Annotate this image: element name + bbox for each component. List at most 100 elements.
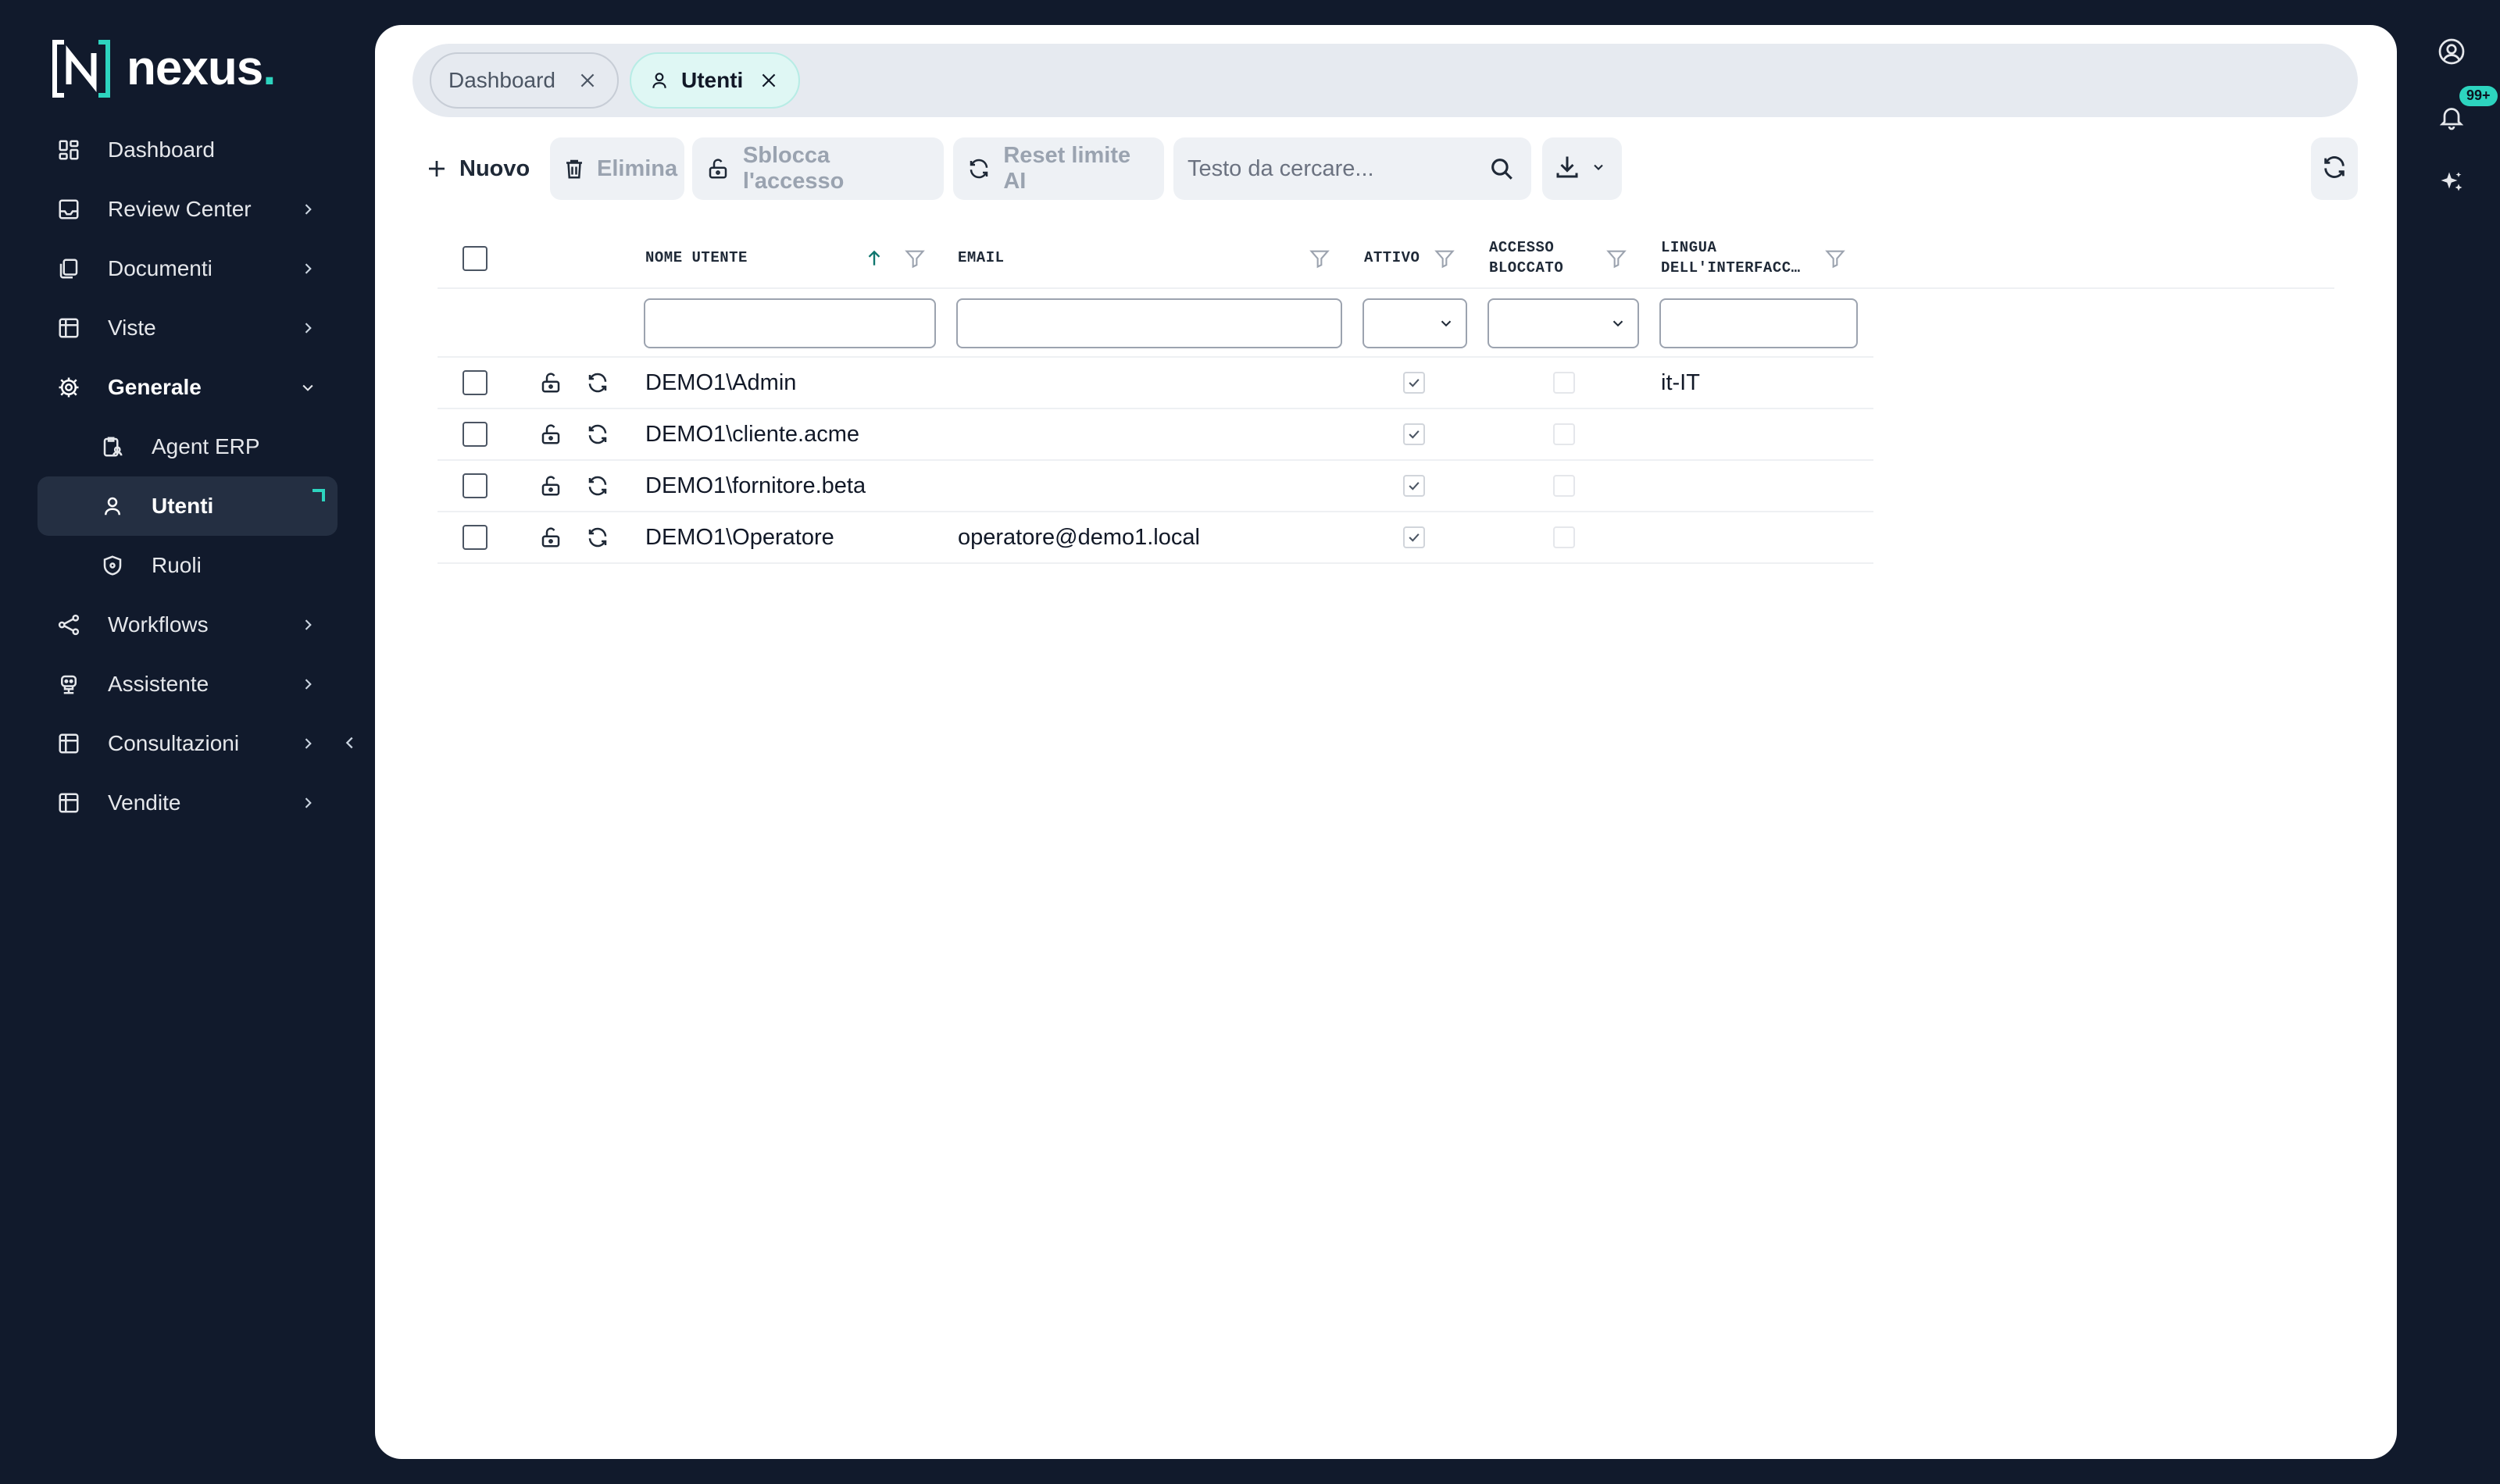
refresh-icon	[966, 155, 992, 183]
unlock-icon	[705, 155, 732, 183]
email-cell: operatore@demo1.local	[958, 524, 1200, 550]
sidebar-item-label: Consultazioni	[108, 731, 240, 755]
table-icon	[55, 730, 83, 758]
unlock-icon[interactable]	[539, 461, 562, 511]
chevron-right-icon	[295, 731, 320, 756]
unlock-icon[interactable]	[539, 512, 562, 562]
username-filter-input[interactable]	[644, 298, 936, 348]
reset-ai-limit-button[interactable]: Reset limite AI	[953, 137, 1164, 200]
row-checkbox[interactable]	[462, 409, 488, 459]
close-icon[interactable]	[756, 68, 781, 93]
column-header-language[interactable]: LINGUA DELL'INTERFACC…	[1661, 228, 1801, 289]
sidebar-item-label: Review Center	[108, 197, 252, 221]
table-row[interactable]: DEMO1\Operatore operatore@demo1.local	[438, 512, 1873, 564]
table-row[interactable]: DEMO1\cliente.acme	[438, 409, 1873, 461]
unlock-access-button[interactable]: Sblocca l'accesso	[692, 137, 944, 200]
column-header-username[interactable]: NOME UTENTE	[645, 228, 748, 289]
select-all-checkbox[interactable]	[462, 228, 488, 289]
sidebar-item-review-center[interactable]: Review Center	[38, 180, 338, 239]
tab-utenti[interactable]: Utenti	[630, 52, 800, 109]
active-indicator	[312, 489, 325, 501]
chevron-down-icon	[295, 375, 320, 400]
sidebar-item-label: Assistente	[108, 672, 209, 696]
shield-icon	[98, 551, 127, 580]
sidebar-item-documenti[interactable]: Documenti	[38, 239, 338, 298]
plus-icon	[425, 155, 448, 183]
blocked-checkbox	[1553, 358, 1575, 408]
unlock-icon[interactable]	[539, 358, 562, 408]
notification-badge: 99+	[2459, 86, 2498, 106]
filter-icon[interactable]	[1308, 245, 1331, 272]
refresh-icon[interactable]	[586, 358, 609, 408]
sort-ascending-icon[interactable]	[862, 245, 886, 272]
sidebar-item-vendite[interactable]: Vendite	[38, 773, 338, 833]
filter-icon[interactable]	[1433, 245, 1456, 272]
unlock-icon[interactable]	[539, 409, 562, 459]
email-filter-input[interactable]	[956, 298, 1342, 348]
blocked-filter-select[interactable]	[1488, 298, 1639, 348]
column-header-active[interactable]: ATTIVO	[1364, 228, 1420, 289]
filter-row	[438, 289, 1873, 358]
chevron-right-icon	[295, 612, 320, 637]
filter-icon[interactable]	[903, 245, 927, 272]
sidebar-item-label: Documenti	[108, 256, 212, 280]
sparkles-icon[interactable]	[2436, 167, 2467, 198]
sidebar-item-workflows[interactable]: Workflows	[38, 595, 338, 655]
main-panel: Dashboard Utenti Nuovo Elimina Sblocca l…	[375, 25, 2397, 1459]
sidebar-item-label: Workflows	[108, 612, 209, 637]
sidebar-item-consultazioni[interactable]: Consultazioni	[38, 714, 338, 773]
user-icon	[648, 70, 670, 91]
filter-icon[interactable]	[1823, 245, 1847, 272]
sidebar-item-generale[interactable]: Generale	[38, 358, 338, 417]
sidebar-item-assistente[interactable]: Assistente	[38, 655, 338, 714]
table-icon	[55, 789, 83, 817]
tab-label: Utenti	[681, 68, 744, 92]
column-header-access-blocked[interactable]: ACCESSO BLOCCATO	[1489, 228, 1563, 289]
table-row[interactable]: DEMO1\Admin it-IT	[438, 358, 1873, 409]
active-filter-select[interactable]	[1362, 298, 1467, 348]
row-checkbox[interactable]	[462, 358, 488, 408]
export-button[interactable]	[1542, 137, 1622, 200]
filter-icon[interactable]	[1605, 245, 1628, 272]
sidebar-item-dashboard[interactable]: Dashboard	[38, 120, 338, 180]
delete-button[interactable]: Elimina	[550, 137, 684, 200]
search-icon[interactable]	[1486, 153, 1517, 184]
tab-label: Dashboard	[448, 68, 555, 92]
refresh-icon	[2321, 154, 2348, 184]
sidebar-item-label: Vendite	[108, 790, 181, 815]
row-checkbox[interactable]	[462, 512, 488, 562]
table-row[interactable]: DEMO1\fornitore.beta	[438, 461, 1873, 512]
sidebar-item-utenti[interactable]: Utenti	[38, 476, 338, 536]
tab-dashboard[interactable]: Dashboard	[430, 52, 619, 109]
sidebar: nexus. Dashboard Review Center Documenti	[0, 0, 367, 1484]
grid-header: NOME UTENTE EMAIL ATTIVO ACCESSO BLOCCATO…	[438, 228, 2334, 289]
bell-icon[interactable]	[2436, 102, 2467, 133]
username-cell: DEMO1\cliente.acme	[645, 421, 859, 447]
chevron-right-icon	[295, 672, 320, 697]
logo[interactable]: nexus.	[52, 39, 276, 98]
sidebar-item-viste[interactable]: Viste	[38, 298, 338, 358]
refresh-icon[interactable]	[586, 461, 609, 511]
column-header-email[interactable]: EMAIL	[958, 228, 1005, 289]
refresh-grid-button[interactable]	[2311, 137, 2358, 200]
refresh-icon[interactable]	[586, 512, 609, 562]
sidebar-item-label: Generale	[108, 375, 202, 399]
reset-button-label: Reset limite AI	[1003, 143, 1131, 194]
users-grid: NOME UTENTE EMAIL ATTIVO ACCESSO BLOCCATO…	[438, 228, 2334, 564]
sidebar-item-agent-erp[interactable]: Agent ERP	[38, 417, 338, 476]
active-checkbox	[1403, 512, 1425, 562]
close-icon[interactable]	[575, 68, 600, 93]
sidebar-item-label: Ruoli	[152, 553, 202, 577]
collapse-sidebar-icon[interactable]	[338, 730, 362, 755]
blocked-checkbox	[1553, 512, 1575, 562]
search-input[interactable]	[1188, 155, 1477, 182]
chevron-right-icon	[295, 256, 320, 281]
user-profile-icon[interactable]	[2436, 36, 2467, 67]
language-filter-input[interactable]	[1659, 298, 1858, 348]
sidebar-item-ruoli[interactable]: Ruoli	[38, 536, 338, 595]
new-button[interactable]: Nuovo	[412, 137, 541, 200]
language-cell: it-IT	[1661, 369, 1700, 395]
user-icon	[98, 492, 127, 520]
row-checkbox[interactable]	[462, 461, 488, 511]
refresh-icon[interactable]	[586, 409, 609, 459]
